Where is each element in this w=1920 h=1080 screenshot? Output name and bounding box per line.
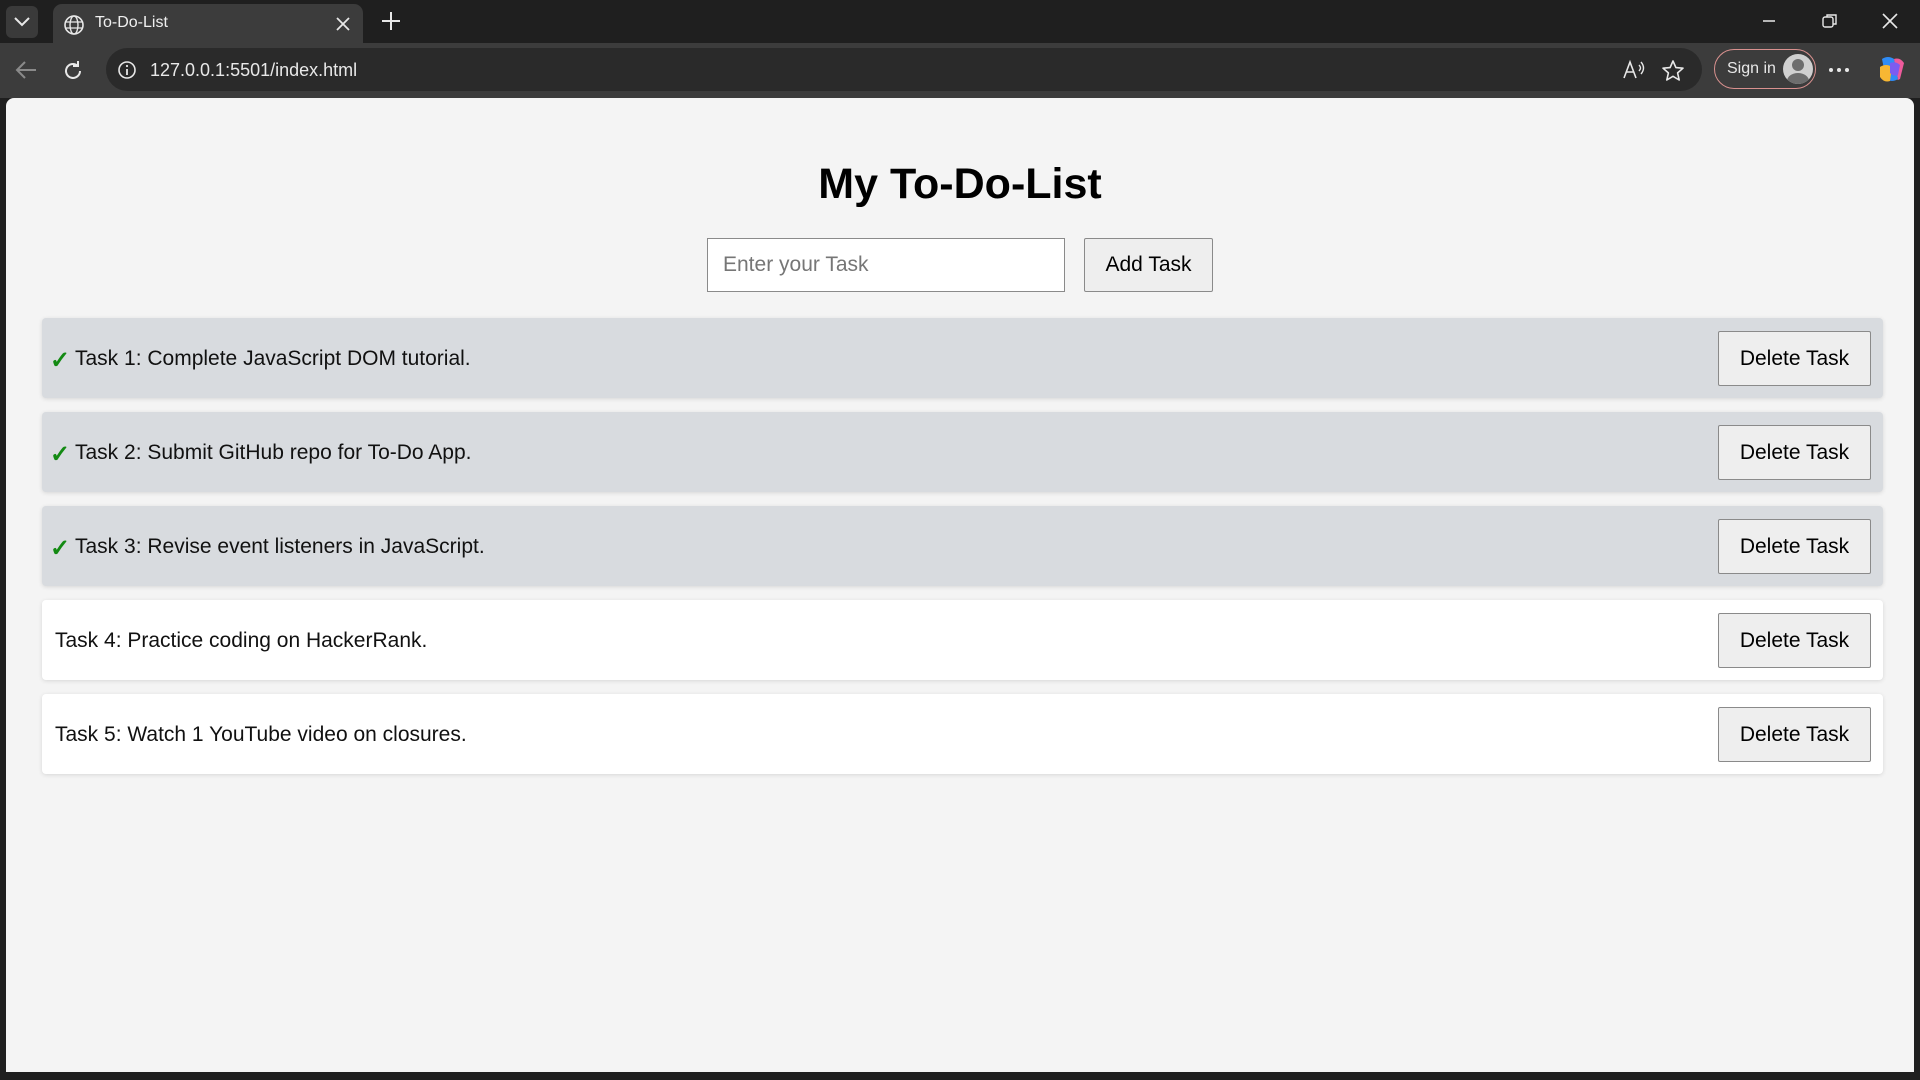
completed-check-icon: ✓: [50, 347, 71, 374]
site-info-icon[interactable]: [117, 60, 137, 80]
task-text: Task 2: Submit GitHub repo for To-Do App…: [75, 441, 472, 464]
delete-task-button[interactable]: Delete Task: [1718, 613, 1871, 668]
window-bottom-edge: [0, 1072, 1920, 1080]
task-text: Task 1: Complete JavaScript DOM tutorial…: [75, 347, 471, 370]
read-aloud-icon[interactable]: [1622, 59, 1646, 81]
sign-in-label: Sign in: [1727, 60, 1776, 77]
close-window-icon[interactable]: [1881, 12, 1899, 30]
sign-in-button[interactable]: Sign in: [1714, 49, 1816, 89]
task-row[interactable]: Task 4: Practice coding on HackerRank. D…: [42, 600, 1883, 680]
avatar-icon: [1783, 54, 1813, 84]
close-tab-icon[interactable]: [335, 16, 351, 32]
browser-tab-bar: To-Do-List: [0, 0, 1920, 43]
delete-task-button[interactable]: Delete Task: [1718, 331, 1871, 386]
minimize-window-icon[interactable]: [1761, 12, 1777, 28]
chevron-down-icon: [14, 17, 30, 27]
page-title: My To-Do-List: [818, 160, 1102, 208]
more-options-icon[interactable]: [1828, 57, 1850, 83]
page-viewport: My To-Do-List Add Task ✓ Task 1: Complet…: [6, 98, 1914, 1072]
completed-check-icon: ✓: [50, 441, 71, 468]
tab-title: To-Do-List: [95, 14, 168, 31]
back-arrow-icon[interactable]: [14, 59, 38, 81]
delete-task-button[interactable]: Delete Task: [1718, 519, 1871, 574]
reload-icon[interactable]: [61, 59, 85, 83]
new-tab-plus-icon[interactable]: [380, 10, 402, 32]
task-text: Task 4: Practice coding on HackerRank.: [55, 629, 428, 652]
address-bar[interactable]: 127.0.0.1:5501/index.html: [106, 48, 1702, 91]
browser-tab-active[interactable]: To-Do-List: [53, 4, 363, 43]
add-task-button[interactable]: Add Task: [1084, 238, 1213, 292]
task-row[interactable]: ✓ Task 2: Submit GitHub repo for To-Do A…: [42, 412, 1883, 492]
browser-toolbar: 127.0.0.1:5501/index.html Sign in: [0, 43, 1920, 98]
task-input[interactable]: [707, 238, 1065, 292]
delete-task-button[interactable]: Delete Task: [1718, 425, 1871, 480]
copilot-icon[interactable]: [1876, 53, 1908, 85]
task-row[interactable]: ✓ Task 1: Complete JavaScript DOM tutori…: [42, 318, 1883, 398]
task-text: Task 5: Watch 1 YouTube video on closure…: [55, 723, 467, 746]
tab-actions-menu-button[interactable]: [6, 6, 38, 38]
task-row[interactable]: ✓ Task 3: Revise event listeners in Java…: [42, 506, 1883, 586]
task-row[interactable]: Task 5: Watch 1 YouTube video on closure…: [42, 694, 1883, 774]
delete-task-button[interactable]: Delete Task: [1718, 707, 1871, 762]
task-list: ✓ Task 1: Complete JavaScript DOM tutori…: [42, 318, 1883, 788]
completed-check-icon: ✓: [50, 535, 71, 562]
url-text: 127.0.0.1:5501/index.html: [150, 60, 358, 80]
favorite-star-icon[interactable]: [1661, 59, 1685, 83]
restore-window-icon[interactable]: [1821, 12, 1839, 30]
task-text: Task 3: Revise event listeners in JavaSc…: [75, 535, 485, 558]
globe-icon: [64, 15, 84, 35]
